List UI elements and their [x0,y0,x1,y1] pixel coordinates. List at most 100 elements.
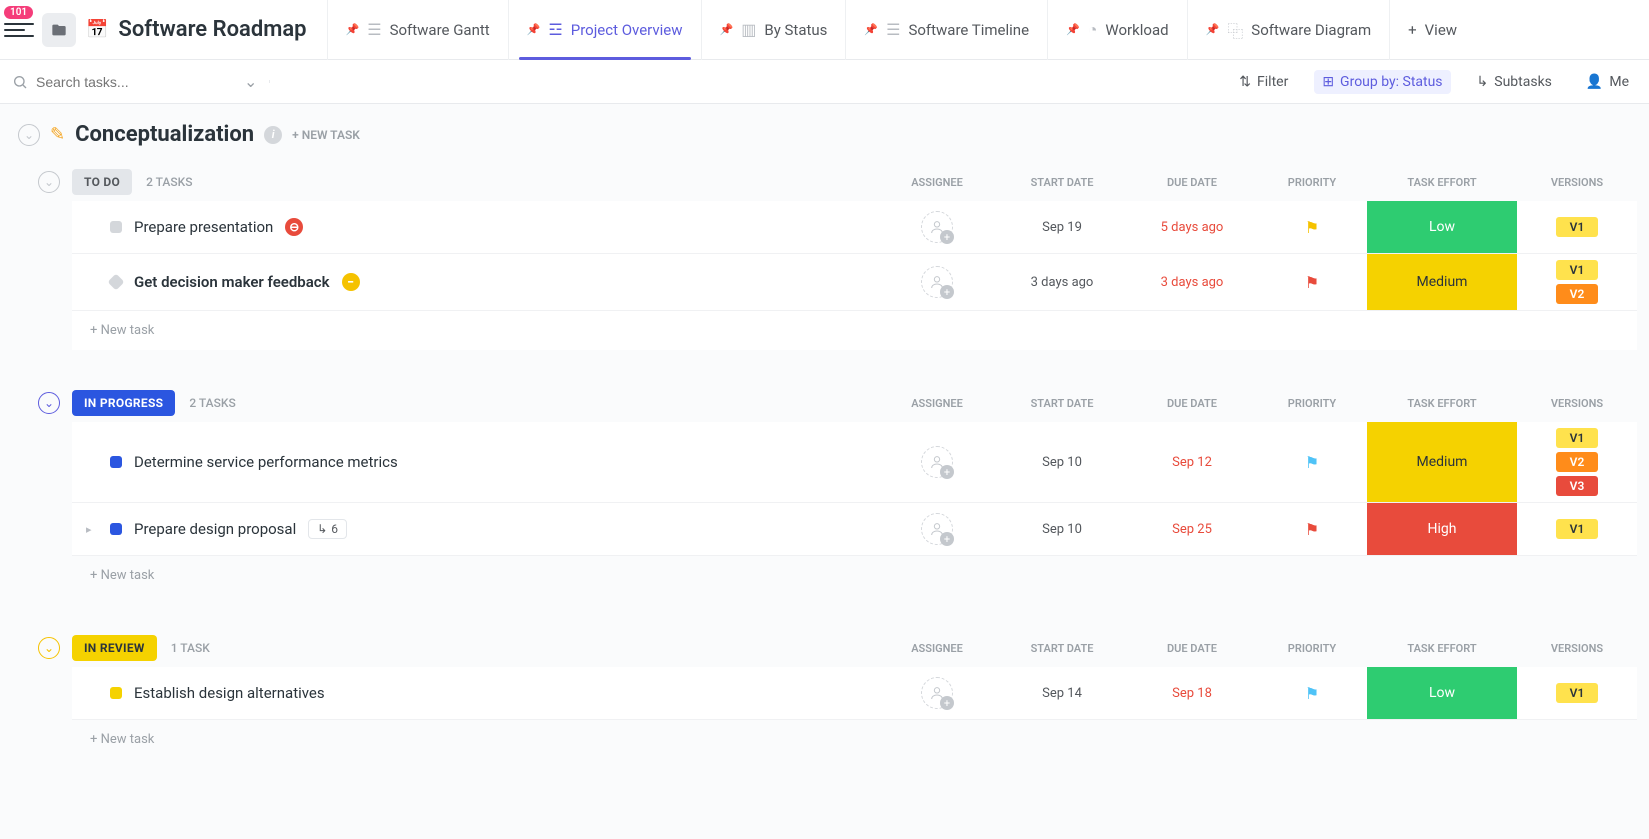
pencil-icon[interactable]: ✎ [50,124,65,145]
filter-button[interactable]: ⇅ Filter [1231,70,1296,94]
subtask-count[interactable]: ↳6 [308,519,347,539]
section-head: ⌄ ✎ Conceptualization i + NEW TASK [18,122,1637,147]
versions-cell[interactable]: V1 [1517,503,1637,555]
due-date-cell[interactable]: Sep 18 [1127,667,1257,719]
person-icon: 👤 [1586,74,1603,90]
priority-cell[interactable]: ⚑ [1257,254,1367,310]
start-date-cell[interactable]: Sep 19 [997,201,1127,253]
effort-cell[interactable]: Medium [1367,254,1517,310]
col-versions: VERSIONS [1517,642,1637,655]
start-date-cell[interactable]: 3 days ago [997,254,1127,310]
add-assignee-icon[interactable] [921,446,953,478]
task-row[interactable]: Prepare presentation ⊖ Sep 19 5 days ago… [72,201,1637,254]
versions-cell[interactable]: V1 V2 V3 [1517,422,1637,502]
assignee-cell[interactable] [877,254,997,310]
collapse-group-button[interactable]: ⌄ [38,171,60,193]
effort-cell[interactable]: Low [1367,201,1517,253]
due-date-cell[interactable]: 3 days ago [1127,254,1257,310]
add-view-tab[interactable]: + View [1389,0,1475,60]
search-input[interactable] [36,74,216,90]
task-name[interactable]: Determine service performance metrics [134,453,398,471]
menu-icon[interactable] [4,23,34,37]
tab-by-status[interactable]: 📌 ▥ By Status [701,0,846,60]
collapse-section-button[interactable]: ⌄ [18,124,40,146]
col-priority: PRIORITY [1257,176,1367,189]
info-icon[interactable]: i [264,126,282,144]
pin-icon: 📌 [720,23,734,36]
due-date-cell[interactable]: Sep 12 [1127,422,1257,502]
effort-cell[interactable]: Low [1367,667,1517,719]
new-task-button[interactable]: + New task [72,720,1637,759]
versions-cell[interactable]: V1 [1517,667,1637,719]
assignee-cell[interactable] [877,667,997,719]
status-square-icon[interactable] [110,456,122,468]
assignee-cell[interactable] [877,503,997,555]
status-square-icon[interactable] [110,687,122,699]
new-task-button[interactable]: + New task [72,556,1637,595]
start-date-cell[interactable]: Sep 10 [997,422,1127,502]
group-by-button[interactable]: ⊞ Group by: Status [1314,70,1450,94]
start-date-cell[interactable]: Sep 10 [997,503,1127,555]
me-button[interactable]: 👤 Me [1578,70,1637,94]
pin-icon: 📌 [864,23,878,36]
subtasks-button[interactable]: ↳ Subtasks [1469,70,1560,94]
assignee-cell[interactable] [877,201,997,253]
task-count: 2 TASKS [189,396,235,410]
column-headers: ASSIGNEE START DATE DUE DATE PRIORITY TA… [877,397,1637,410]
effort-cell[interactable]: High [1367,503,1517,555]
priority-cell[interactable]: ⚑ [1257,667,1367,719]
task-row[interactable]: ▸ Prepare design proposal ↳6 Sep 10 Sep … [72,503,1637,556]
task-name[interactable]: Prepare design proposal [134,520,296,538]
tab-label: Software Gantt [390,21,490,39]
start-date-cell[interactable]: Sep 14 [997,667,1127,719]
versions-cell[interactable]: V1 [1517,201,1637,253]
effort-pill: Low [1367,201,1517,253]
priority-cell[interactable]: ⚑ [1257,503,1367,555]
folder-button[interactable] [42,13,76,47]
status-square-icon[interactable] [110,221,122,233]
tab-software-timeline[interactable]: 📌 ☰ Software Timeline [845,0,1047,60]
tab-project-overview[interactable]: 📌 ☲ Project Overview [508,0,701,60]
tab-software-diagram[interactable]: 📌 ⿻ Software Diagram [1187,0,1390,60]
collapse-group-button[interactable]: ⌄ [38,392,60,414]
chevron-down-icon[interactable]: ⌄ [244,72,257,91]
status-square-icon[interactable] [110,523,122,535]
priority-cell[interactable]: ⚑ [1257,201,1367,253]
task-row[interactable]: Determine service performance metrics Se… [72,422,1637,503]
task-name[interactable]: Establish design alternatives [134,684,325,702]
col-assignee: ASSIGNEE [877,642,997,655]
assignee-cell[interactable] [877,422,997,502]
subtask-icon: ↳ [317,522,327,536]
new-task-button[interactable]: + New task [72,311,1637,350]
task-row[interactable]: Establish design alternatives Sep 14 Sep… [72,667,1637,720]
priority-cell[interactable]: ⚑ [1257,422,1367,502]
notification-badge[interactable]: 101 [4,6,33,19]
due-date-cell[interactable]: Sep 25 [1127,503,1257,555]
add-assignee-icon[interactable] [921,211,953,243]
expand-caret-icon[interactable]: ▸ [86,523,98,536]
version-tag: V2 [1556,284,1599,304]
status-pill-todo[interactable]: TO DO [72,169,132,195]
add-assignee-icon[interactable] [921,677,953,709]
task-main: Prepare presentation ⊖ [72,201,877,253]
effort-cell[interactable]: Medium [1367,422,1517,502]
tab-workload[interactable]: 📌 ◔ Workload [1047,0,1187,60]
collapse-group-button[interactable]: ⌄ [38,637,60,659]
versions-cell[interactable]: V1 V2 [1517,254,1637,310]
status-pill-in-review[interactable]: IN REVIEW [72,635,157,661]
status-pill-in-progress[interactable]: IN PROGRESS [72,390,175,416]
due-date-cell[interactable]: 5 days ago [1127,201,1257,253]
tab-software-gantt[interactable]: 📌 ☰ Software Gantt [327,0,508,60]
task-name[interactable]: Get decision maker feedback [134,273,330,291]
add-assignee-icon[interactable] [921,266,953,298]
tab-label: By Status [764,21,827,39]
toolbar: ⌄ ⇅ Filter ⊞ Group by: Status ↳ Subtasks… [0,60,1649,104]
page-title-wrap: 📅 Software Roadmap [86,17,327,42]
new-task-header-button[interactable]: + NEW TASK [292,128,360,142]
task-row[interactable]: Get decision maker feedback − 3 days ago… [72,254,1637,311]
milestone-icon[interactable] [108,274,125,291]
task-name[interactable]: Prepare presentation [134,218,273,236]
subtasks-label: Subtasks [1494,74,1552,90]
me-label: Me [1609,74,1629,90]
add-assignee-icon[interactable] [921,513,953,545]
